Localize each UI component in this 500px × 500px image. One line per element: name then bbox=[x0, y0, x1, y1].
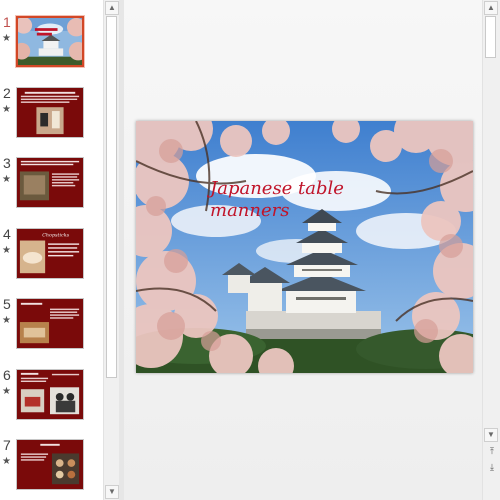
slide-editing-canvas: Japanese table manners bbox=[124, 0, 482, 500]
slide-thumbnail-6[interactable]: 6 ★ bbox=[0, 367, 102, 429]
slide-title[interactable]: Japanese table manners bbox=[210, 178, 370, 222]
transition-star-icon: ★ bbox=[2, 174, 11, 185]
previous-slide-icon[interactable]: ⤒ bbox=[485, 445, 499, 458]
slide-thumbnail-3[interactable]: 3 ★ bbox=[0, 155, 102, 217]
next-slide-icon[interactable]: ⤓ bbox=[485, 461, 499, 474]
scroll-up-icon[interactable]: ▲ bbox=[105, 1, 119, 15]
slide-number: 5 bbox=[3, 296, 11, 312]
scrollbar-thumb[interactable] bbox=[106, 16, 117, 378]
current-slide[interactable]: Japanese table manners bbox=[136, 121, 473, 373]
slide-number: 4 bbox=[3, 226, 11, 242]
transition-star-icon: ★ bbox=[2, 104, 11, 115]
slide-thumbnail-5[interactable]: 5 ★ bbox=[0, 296, 102, 358]
transition-star-icon: ★ bbox=[2, 245, 11, 256]
transition-star-icon: ★ bbox=[2, 33, 11, 44]
slide-number: 7 bbox=[3, 437, 11, 453]
slide-thumbnail-2[interactable]: 2 ★ bbox=[0, 85, 102, 147]
slide-preview bbox=[16, 369, 84, 420]
slide-scrollbar[interactable]: ▲ ▼ ⤒ ⤓ bbox=[482, 0, 500, 500]
thumb-title: Chopsticks bbox=[42, 233, 69, 239]
thumbnail-scrollbar[interactable]: ▲ ▼ bbox=[103, 0, 119, 500]
slide-preview bbox=[16, 16, 84, 67]
slide-thumbnail-4[interactable]: 4 ★ Chopsticks bbox=[0, 226, 102, 288]
castle-photo bbox=[136, 121, 473, 373]
transition-star-icon: ★ bbox=[2, 315, 11, 326]
scroll-down-icon[interactable]: ▼ bbox=[484, 428, 498, 442]
slide-thumbnail-7[interactable]: 7 ★ bbox=[0, 437, 102, 499]
slide-preview: Chopsticks bbox=[16, 228, 84, 279]
slide-thumbnail-pane: 1 ★ 2 ★ 3 ★ 4 ★ Chopsticks 5 ★ 6 ★ 7 ★ bbox=[0, 0, 102, 500]
slide-preview bbox=[16, 439, 84, 490]
transition-star-icon: ★ bbox=[2, 386, 11, 397]
slide-number: 2 bbox=[3, 85, 11, 101]
slide-preview bbox=[16, 157, 84, 208]
scroll-down-icon[interactable]: ▼ bbox=[105, 485, 119, 499]
slide-number: 1 bbox=[3, 14, 11, 30]
slide-preview bbox=[16, 298, 84, 349]
slide-number: 3 bbox=[3, 155, 11, 171]
scroll-up-icon[interactable]: ▲ bbox=[484, 1, 498, 15]
slide-thumbnail-1[interactable]: 1 ★ bbox=[0, 14, 102, 76]
slide-number: 6 bbox=[3, 367, 11, 383]
slide-preview bbox=[16, 87, 84, 138]
scrollbar-thumb[interactable] bbox=[485, 16, 496, 58]
transition-star-icon: ★ bbox=[2, 456, 11, 467]
